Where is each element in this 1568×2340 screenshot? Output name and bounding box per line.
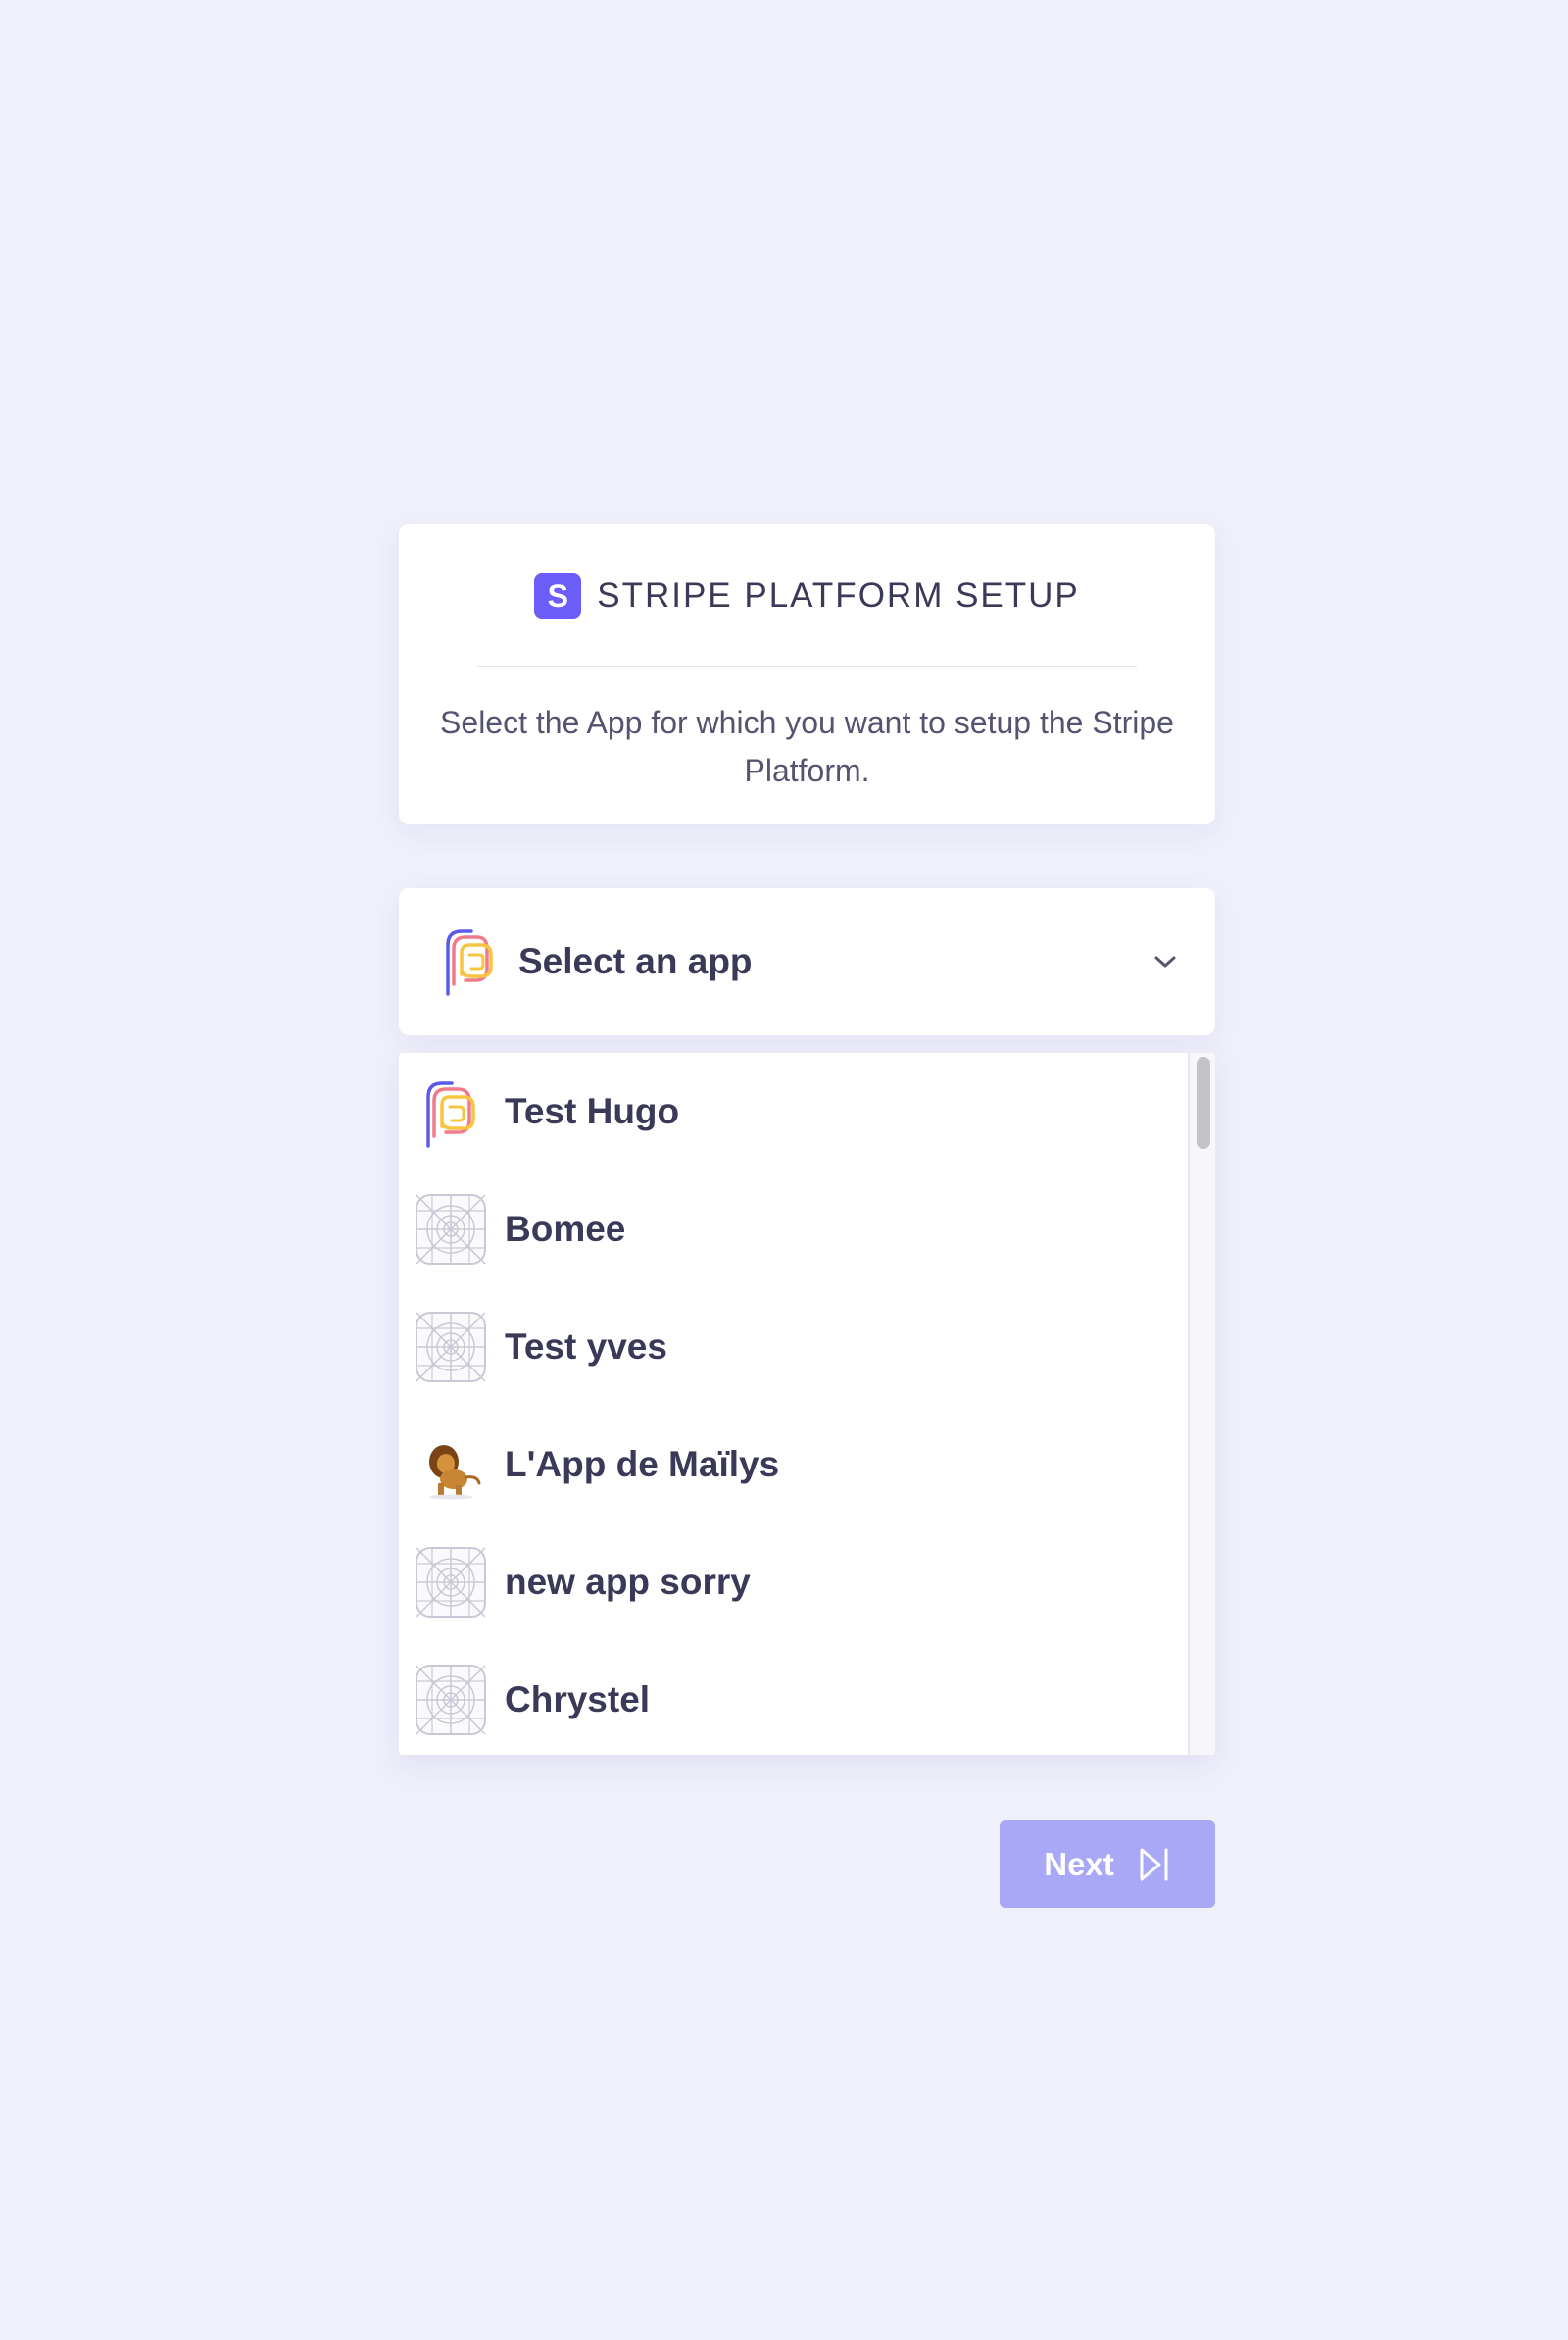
lion-avatar-icon <box>415 1428 487 1501</box>
list-item-label: L'App de Maïlys <box>505 1444 780 1484</box>
skip-next-icon <box>1140 1848 1168 1880</box>
list-item[interactable]: Test Hugo <box>399 1053 1188 1170</box>
app-dropdown-list[interactable]: Test Hugo Bomee Test yves L'App de Maïly… <box>399 1053 1215 1755</box>
scrollbar[interactable] <box>1188 1053 1215 1755</box>
setup-header-card: S STRIPE PLATFORM SETUP Select the App f… <box>399 524 1215 824</box>
placeholder-grid-icon <box>416 1312 486 1382</box>
divider <box>477 666 1137 667</box>
list-item-label: Chrystel <box>505 1679 651 1719</box>
app-logo-icon <box>446 929 493 996</box>
stripe-logo-icon: S <box>534 573 582 619</box>
placeholder-grid-icon <box>416 1665 486 1735</box>
next-button-label: Next <box>1044 1845 1114 1882</box>
title-row: S STRIPE PLATFORM SETUP <box>399 573 1215 619</box>
placeholder-grid-icon <box>416 1194 486 1265</box>
app-logo-icon <box>426 1081 475 1148</box>
list-item-label: new app sorry <box>505 1562 751 1602</box>
chevron-down-icon[interactable] <box>1149 945 1182 978</box>
list-item-label: Test Hugo <box>505 1091 680 1131</box>
list-item-label: Test yves <box>505 1326 667 1367</box>
list-item-label: Bomee <box>505 1209 626 1249</box>
list-item[interactable]: new app sorry <box>399 1523 1188 1641</box>
placeholder-grid-icon <box>416 1547 486 1618</box>
next-button[interactable]: Next <box>1000 1820 1215 1908</box>
list-item[interactable]: Bomee <box>399 1170 1188 1288</box>
list-item[interactable]: Test yves <box>399 1288 1188 1406</box>
scrollbar-thumb[interactable] <box>1197 1057 1210 1149</box>
app-select[interactable]: Select an app <box>399 888 1215 1035</box>
setup-description: Select the App for which you want to set… <box>440 705 1174 788</box>
select-placeholder: Select an app <box>518 941 753 981</box>
list-item[interactable]: L'App de Maïlys <box>399 1406 1188 1523</box>
page-title: STRIPE PLATFORM SETUP <box>597 576 1080 615</box>
list-item[interactable]: Chrystel <box>399 1641 1188 1755</box>
